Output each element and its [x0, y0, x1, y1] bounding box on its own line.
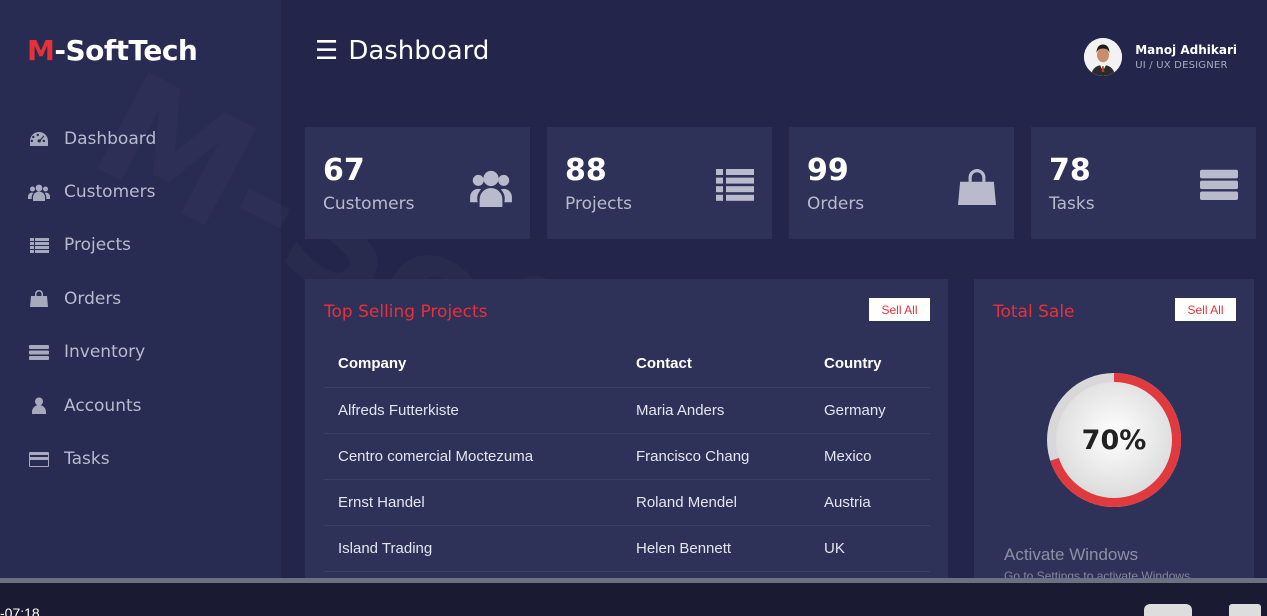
table-header-row: Company Contact Country	[324, 341, 930, 388]
brand-logo[interactable]: M-SoftTech	[27, 34, 198, 67]
sidebar-item-label: Tasks	[64, 449, 110, 470]
cell-country: Germany	[810, 387, 930, 434]
sell-all-button[interactable]: Sell All	[1175, 298, 1236, 321]
cell-company: Island Trading	[324, 525, 622, 572]
column-header-contact[interactable]: Contact	[622, 341, 810, 388]
table-row[interactable]: Ernst Handel Roland Mendel Austria	[324, 479, 930, 526]
hamburger-menu-icon[interactable]: ☰	[315, 38, 338, 64]
panel-title: Top Selling Projects	[324, 302, 488, 322]
cell-country: Mexico	[810, 433, 930, 480]
shopping-bag-icon	[28, 290, 50, 308]
total-sale-percent: 70%	[1081, 424, 1147, 456]
table-row[interactable]: Alfreds Futterkiste Maria Anders Germany	[324, 387, 930, 434]
user-info: Manoj Adhikari UI / UX DESIGNER	[1135, 43, 1237, 71]
list-icon	[28, 236, 50, 254]
stat-card-customers[interactable]: 67 Customers	[305, 127, 530, 239]
sidebar-item-label: Inventory	[64, 342, 146, 363]
brand-prefix: M	[27, 34, 55, 67]
stat-card-tasks[interactable]: 78 Tasks	[1031, 127, 1256, 239]
avatar[interactable]	[1084, 38, 1123, 76]
shopping-bag-icon	[958, 169, 996, 209]
sidebar: M-SoftTech Dashboard Customers Projects …	[0, 0, 281, 616]
sidebar-item-projects[interactable]: Projects	[28, 219, 156, 272]
sidebar-item-orders[interactable]: Orders	[28, 272, 156, 325]
sidebar-item-accounts[interactable]: Accounts	[28, 379, 156, 432]
column-header-company[interactable]: Company	[324, 341, 622, 388]
cell-country: Austria	[810, 479, 930, 526]
server-icon	[28, 343, 50, 361]
sidebar-item-inventory[interactable]: Inventory	[28, 326, 156, 379]
user-name: Manoj Adhikari	[1135, 43, 1237, 57]
users-icon	[470, 169, 512, 211]
table-row[interactable]: Island Trading Helen Bennett UK	[324, 525, 930, 572]
tachometer-icon	[28, 130, 50, 148]
list-icon	[716, 169, 754, 205]
video-progress-track[interactable]	[0, 578, 1267, 583]
sidebar-item-label: Orders	[64, 288, 122, 309]
page-title: Dashboard	[348, 36, 490, 66]
panel-title: Total Sale	[993, 302, 1075, 322]
brand-name: -SoftTech	[54, 34, 198, 67]
sidebar-item-label: Dashboard	[64, 128, 157, 149]
cell-company: Ernst Handel	[324, 479, 622, 526]
user-icon	[28, 397, 50, 415]
stat-card-projects[interactable]: 88 Projects	[547, 127, 772, 239]
sidebar-item-dashboard[interactable]: Dashboard	[28, 112, 156, 165]
sidebar-item-label: Customers	[64, 182, 156, 203]
cell-contact: Maria Anders	[622, 387, 810, 434]
user-role: UI / UX DESIGNER	[1135, 60, 1228, 71]
fullscreen-icon[interactable]	[1229, 604, 1261, 616]
sidebar-nav: Dashboard Customers Projects Orders Inve…	[28, 112, 156, 486]
table-row[interactable]: Centro comercial Moctezuma Francisco Cha…	[324, 433, 930, 480]
total-sale-progress-ring: 70%	[1043, 369, 1185, 511]
sidebar-item-label: Accounts	[64, 395, 142, 416]
cell-contact: Roland Mendel	[622, 479, 810, 526]
column-header-country[interactable]: Country	[810, 341, 930, 388]
cell-company: Centro comercial Moctezuma	[324, 433, 622, 480]
projects-table: Company Contact Country Alfreds Futterki…	[324, 341, 930, 572]
stat-card-orders[interactable]: 99 Orders	[789, 127, 1014, 239]
cell-contact: Francisco Chang	[622, 433, 810, 480]
cell-country: UK	[810, 525, 930, 572]
cell-contact: Helen Bennett	[622, 525, 810, 572]
top-selling-panel: Top Selling Projects Sell All Company Co…	[305, 279, 948, 584]
cell-company: Alfreds Futterkiste	[324, 387, 622, 434]
activation-title: Activate Windows	[1004, 545, 1139, 564]
credit-card-icon	[28, 450, 50, 468]
video-player-bar: -07:18	[0, 578, 1267, 616]
total-sale-panel: Total Sale Sell All 70%	[974, 279, 1254, 584]
server-icon	[1200, 169, 1238, 205]
sidebar-item-tasks[interactable]: Tasks	[28, 432, 156, 485]
sell-all-button[interactable]: Sell All	[869, 298, 930, 321]
video-toggle-control[interactable]	[1144, 604, 1192, 616]
user-profile[interactable]: Manoj Adhikari UI / UX DESIGNER	[1084, 38, 1237, 76]
sidebar-item-customers[interactable]: Customers	[28, 165, 156, 218]
sidebar-item-label: Projects	[64, 235, 132, 256]
header: ☰ Dashboard	[315, 36, 489, 66]
users-icon	[28, 183, 50, 201]
video-time: -07:18	[0, 605, 40, 616]
